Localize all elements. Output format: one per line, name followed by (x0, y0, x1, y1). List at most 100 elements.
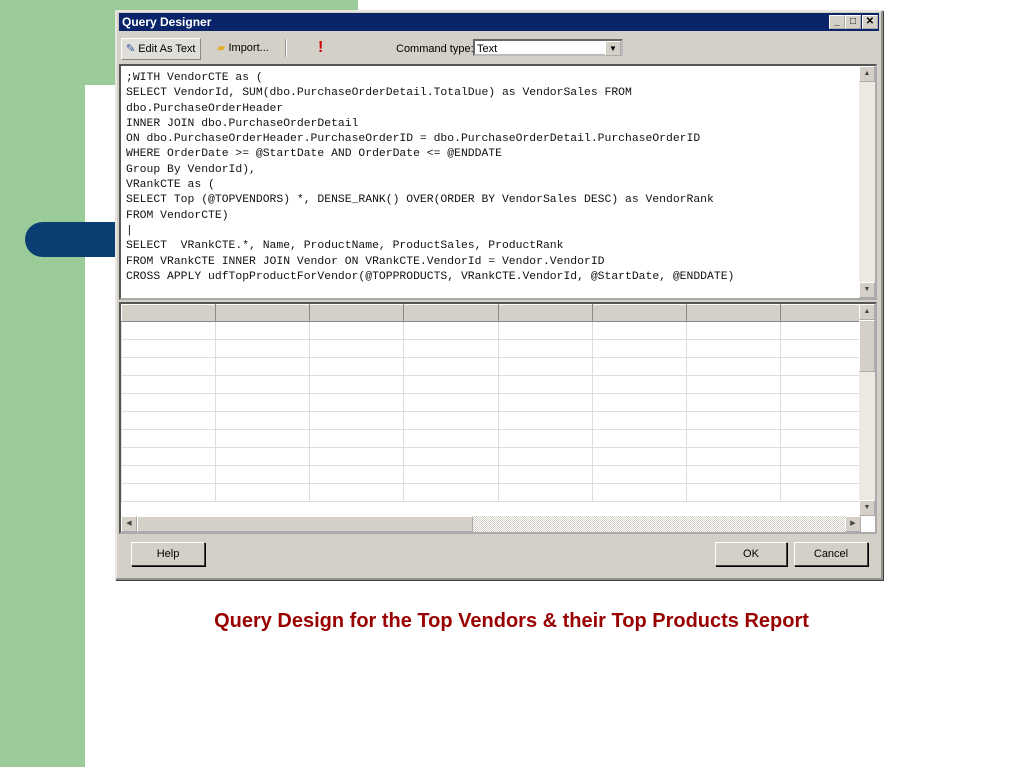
table-cell[interactable] (403, 321, 499, 340)
table-cell[interactable] (403, 339, 499, 358)
table-cell[interactable] (497, 447, 593, 466)
table-cell[interactable] (685, 447, 781, 466)
table-cell[interactable] (309, 339, 405, 358)
table-cell[interactable] (121, 393, 217, 412)
maximize-button[interactable]: □ (845, 15, 861, 29)
grid-vertical-scrollbar[interactable]: ▲ ▼ (859, 304, 875, 516)
table-cell[interactable] (121, 447, 217, 466)
column-header[interactable] (309, 304, 405, 322)
table-cell[interactable] (121, 411, 217, 430)
table-cell[interactable] (685, 393, 781, 412)
table-cell[interactable] (497, 429, 593, 448)
scroll-up-icon[interactable]: ▲ (859, 304, 875, 320)
table-cell[interactable] (215, 483, 311, 502)
table-cell[interactable] (403, 465, 499, 484)
table-cell[interactable] (685, 339, 781, 358)
scroll-right-icon[interactable]: ▶ (845, 516, 861, 532)
table-cell[interactable] (403, 429, 499, 448)
table-cell[interactable] (215, 375, 311, 394)
table-cell[interactable] (497, 411, 593, 430)
table-cell[interactable] (403, 447, 499, 466)
table-cell[interactable] (685, 321, 781, 340)
column-header[interactable] (121, 304, 217, 322)
query-text[interactable]: ;WITH VendorCTE as ( SELECT VendorId, SU… (126, 71, 734, 285)
scroll-down-icon[interactable]: ▼ (859, 282, 875, 298)
table-cell[interactable] (121, 357, 217, 376)
table-cell[interactable] (215, 339, 311, 358)
table-cell[interactable] (403, 357, 499, 376)
table-cell[interactable] (309, 483, 405, 502)
scroll-down-icon[interactable]: ▼ (859, 500, 875, 516)
table-cell[interactable] (497, 375, 593, 394)
table-cell[interactable] (497, 357, 593, 376)
table-cell[interactable] (591, 465, 687, 484)
table-cell[interactable] (215, 447, 311, 466)
table-cell[interactable] (309, 375, 405, 394)
edit-as-text-button[interactable]: ✎ Edit As Text (121, 38, 201, 60)
table-cell[interactable] (309, 429, 405, 448)
table-cell[interactable] (309, 393, 405, 412)
help-button[interactable]: Help (131, 542, 205, 566)
scroll-thumb[interactable] (859, 320, 875, 372)
table-cell[interactable] (403, 411, 499, 430)
cancel-button[interactable]: Cancel (794, 542, 868, 566)
table-cell[interactable] (685, 465, 781, 484)
ok-button[interactable]: OK (715, 542, 787, 566)
table-cell[interactable] (309, 357, 405, 376)
table-cell[interactable] (685, 429, 781, 448)
table-cell[interactable] (215, 465, 311, 484)
table-cell[interactable] (591, 411, 687, 430)
table-cell[interactable] (403, 483, 499, 502)
table-cell[interactable] (121, 339, 217, 358)
table-cell[interactable] (121, 429, 217, 448)
table-cell[interactable] (121, 483, 217, 502)
chevron-down-icon[interactable]: ▼ (605, 41, 621, 56)
import-button[interactable]: ▰ Import... (213, 38, 273, 58)
column-header[interactable] (497, 304, 593, 322)
table-cell[interactable] (309, 447, 405, 466)
minimize-button[interactable]: _ (829, 15, 845, 29)
table-cell[interactable] (309, 411, 405, 430)
table-cell[interactable] (121, 321, 217, 340)
grid-horizontal-scrollbar[interactable]: ◀ ▶ (121, 516, 861, 532)
scroll-left-icon[interactable]: ◀ (121, 516, 137, 532)
close-button[interactable]: ✕ (862, 15, 878, 29)
table-cell[interactable] (591, 447, 687, 466)
table-cell[interactable] (685, 357, 781, 376)
table-cell[interactable] (497, 483, 593, 502)
table-cell[interactable] (121, 465, 217, 484)
query-text-editor[interactable]: ;WITH VendorCTE as ( SELECT VendorId, SU… (119, 64, 877, 300)
table-cell[interactable] (591, 321, 687, 340)
table-cell[interactable] (403, 393, 499, 412)
table-cell[interactable] (215, 393, 311, 412)
command-type-select[interactable]: Text ▼ (473, 39, 623, 56)
table-cell[interactable] (591, 339, 687, 358)
table-cell[interactable] (591, 483, 687, 502)
editor-scrollbar[interactable]: ▲ ▼ (859, 66, 875, 298)
table-cell[interactable] (591, 393, 687, 412)
column-header[interactable] (685, 304, 781, 322)
table-cell[interactable] (497, 321, 593, 340)
table-cell[interactable] (685, 483, 781, 502)
column-header[interactable] (215, 304, 311, 322)
column-header[interactable] (403, 304, 499, 322)
table-cell[interactable] (685, 411, 781, 430)
table-cell[interactable] (215, 411, 311, 430)
table-cell[interactable] (403, 375, 499, 394)
table-cell[interactable] (497, 465, 593, 484)
table-cell[interactable] (497, 393, 593, 412)
scroll-thumb[interactable] (137, 516, 473, 532)
table-cell[interactable] (309, 465, 405, 484)
table-cell[interactable] (497, 339, 593, 358)
table-cell[interactable] (591, 357, 687, 376)
table-cell[interactable] (215, 429, 311, 448)
table-cell[interactable] (215, 321, 311, 340)
table-cell[interactable] (591, 429, 687, 448)
run-query-button[interactable]: ! (318, 39, 323, 57)
table-cell[interactable] (215, 357, 311, 376)
column-header[interactable] (591, 304, 687, 322)
results-grid[interactable]: ▲ ▼ ◀ ▶ (119, 302, 877, 534)
scroll-up-icon[interactable]: ▲ (859, 66, 875, 82)
table-cell[interactable] (591, 375, 687, 394)
table-cell[interactable] (309, 321, 405, 340)
